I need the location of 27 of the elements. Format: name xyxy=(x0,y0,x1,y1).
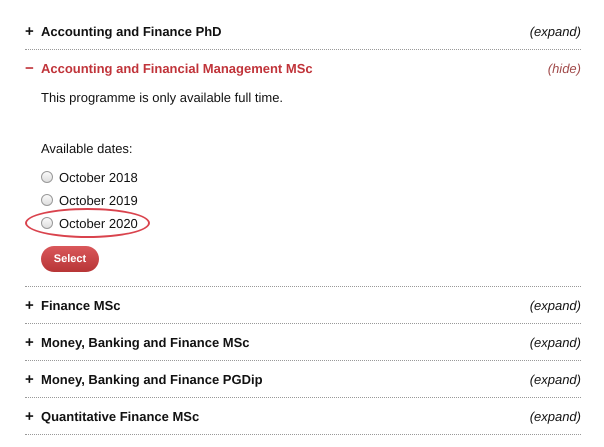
toggle-sign[interactable]: + xyxy=(25,296,41,314)
select-button[interactable]: Select xyxy=(41,246,99,272)
radio-button[interactable] xyxy=(41,171,53,183)
programme-title[interactable]: Accounting and Financial Management MSc xyxy=(41,60,548,76)
programme-title[interactable]: Money, Banking and Finance MSc xyxy=(41,334,530,350)
toggle-link[interactable]: (hide) xyxy=(548,60,581,76)
programme-title[interactable]: Quantitative Finance MSc xyxy=(41,408,530,424)
toggle-sign[interactable]: + xyxy=(25,334,41,350)
programme-title[interactable]: Money, Banking and Finance PGDip xyxy=(41,372,530,386)
dates-label: Available dates: xyxy=(41,141,134,156)
toggle-sign[interactable]: + xyxy=(25,370,41,388)
availability-note: This programme is only available full time. xyxy=(41,89,284,105)
radio-button[interactable] xyxy=(41,194,53,206)
toggle-link[interactable]: (expand) xyxy=(530,298,581,312)
date-label[interactable]: October 2020 xyxy=(59,216,138,230)
toggle-link[interactable]: (expand) xyxy=(530,372,581,386)
toggle-link[interactable]: (expand) xyxy=(530,334,581,350)
programme-title[interactable]: Finance MSc xyxy=(41,298,530,312)
toggle-link[interactable]: (expand) xyxy=(530,408,581,424)
radio-button[interactable] xyxy=(41,217,53,229)
toggle-link[interactable]: (expand) xyxy=(530,24,581,38)
date-label[interactable]: October 2018 xyxy=(59,170,138,184)
toggle-sign[interactable]: + xyxy=(25,408,41,424)
programme-title[interactable]: Accounting and Finance PhD xyxy=(41,24,530,38)
date-label[interactable]: October 2019 xyxy=(59,192,138,208)
toggle-sign[interactable]: + xyxy=(25,22,41,40)
toggle-sign[interactable]: − xyxy=(25,60,41,76)
